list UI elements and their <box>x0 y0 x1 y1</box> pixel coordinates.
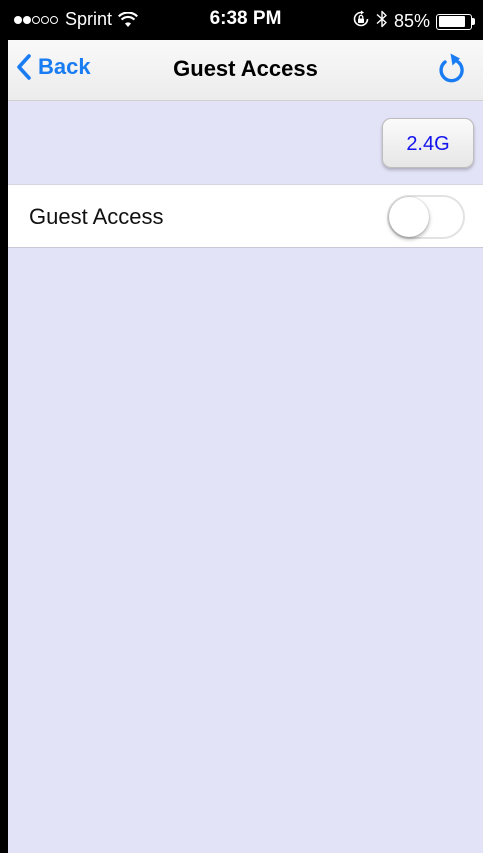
refresh-icon <box>433 50 471 88</box>
battery-fill <box>438 16 465 27</box>
guest-access-label: Guest Access <box>29 204 164 229</box>
battery-body <box>436 13 472 30</box>
rotation-lock-icon <box>352 10 370 33</box>
toggle-knob <box>389 197 429 237</box>
back-button[interactable]: Back <box>16 53 91 81</box>
bluetooth-icon <box>376 9 388 34</box>
status-right: 85% <box>346 9 475 34</box>
battery-percent: 85% <box>393 11 430 31</box>
band-toolbar: 2.4G <box>8 101 483 184</box>
guest-access-row: Guest Access <box>8 184 483 248</box>
chevron-left-icon <box>16 53 38 81</box>
refresh-button[interactable] <box>433 50 471 88</box>
status-bar: Sprint 6:38 PM 85% <box>8 0 483 40</box>
guest-access-toggle[interactable] <box>387 195 465 239</box>
battery-tip <box>472 18 475 25</box>
battery-icon <box>436 13 475 30</box>
band-selector-button[interactable]: 2.4G <box>382 118 474 168</box>
navigation-bar: Back Guest Access <box>8 40 483 101</box>
screen: Sprint 6:38 PM 85% Back Guest Access 2.4… <box>8 0 483 853</box>
back-label: Back <box>38 54 91 79</box>
